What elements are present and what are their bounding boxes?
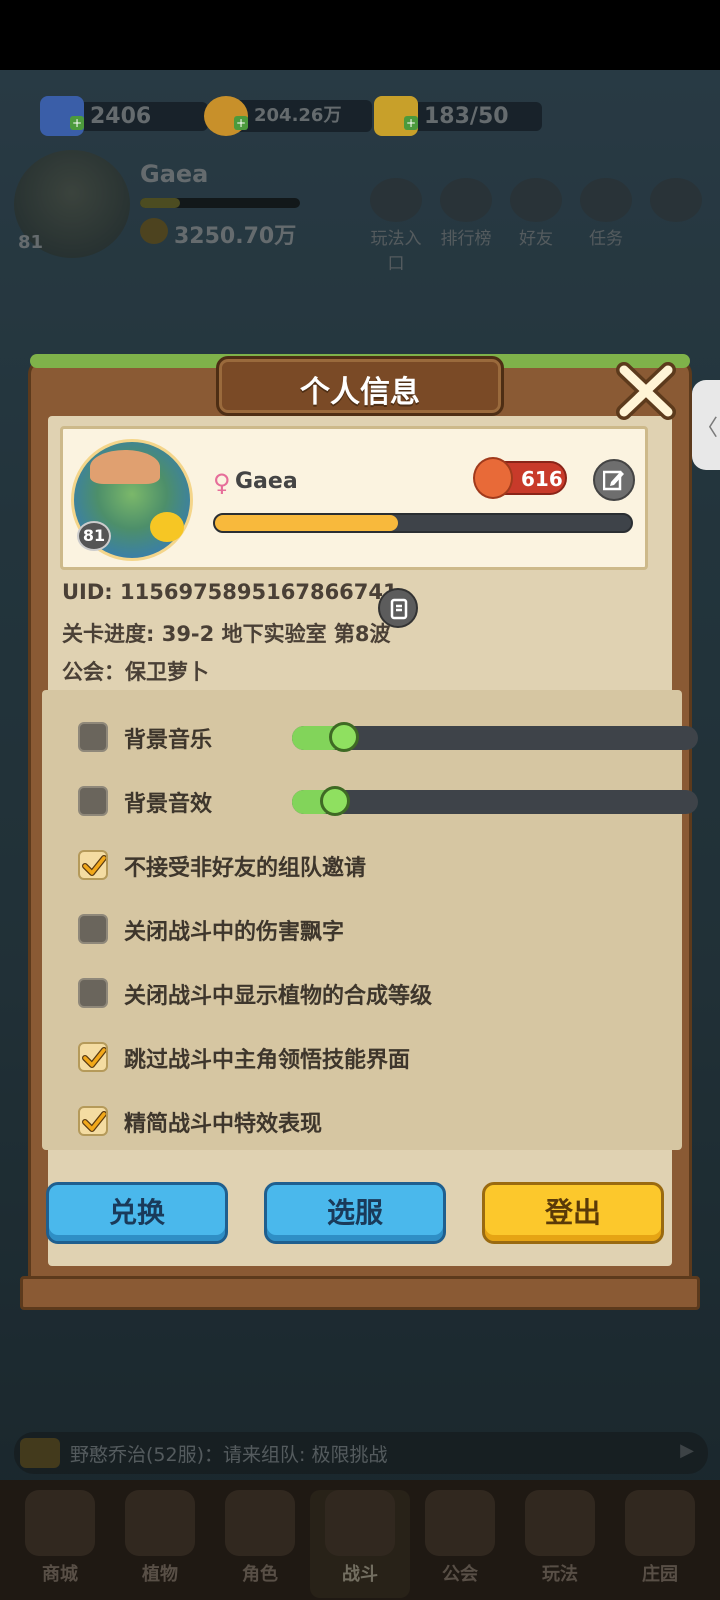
option-label: 关闭战斗中显示植物的合成等级 [124, 984, 433, 1009]
option-bg-sound: 背景音效 [78, 784, 698, 820]
music-volume-slider[interactable] [292, 722, 698, 752]
option-label: 不接受非好友的组队邀请 [124, 856, 367, 881]
slider-handle[interactable] [320, 786, 351, 816]
sound-volume-slider[interactable] [292, 786, 698, 816]
thumbs-up-icon [473, 457, 513, 499]
close-button[interactable] [614, 360, 678, 422]
option-label: 跳过战斗中主角领悟技能界面 [124, 1048, 411, 1073]
option-hide-merge-level[interactable]: 关闭战斗中显示植物的合成等级 [78, 976, 678, 1012]
checkbox[interactable] [78, 850, 108, 880]
option-label: 背景音效 [124, 792, 213, 817]
checkbox[interactable] [78, 722, 108, 752]
stage-progress-text: 关卡进度: 39-2 地下实验室 第8波 [62, 622, 391, 646]
checkmark-icon [82, 1047, 106, 1068]
level-badge: 81 [77, 521, 111, 551]
like-count: 616 [521, 467, 563, 491]
checkmark-icon [82, 855, 106, 876]
exchange-button[interactable]: 兑换 [46, 1182, 228, 1244]
option-reject-invites[interactable]: 不接受非好友的组队邀请 [78, 848, 678, 884]
checkbox[interactable] [78, 1042, 108, 1072]
option-label: 背景音乐 [124, 728, 213, 753]
checkbox[interactable] [78, 914, 108, 944]
dialog-title: 个人信息 [300, 375, 420, 410]
checkmark-icon [82, 1111, 106, 1132]
checkbox[interactable] [78, 786, 108, 816]
option-label: 关闭战斗中的伤害飘字 [124, 920, 345, 945]
checkbox[interactable] [78, 978, 108, 1008]
hat-decoration [90, 450, 160, 484]
profile-name: Gaea [235, 469, 298, 494]
close-icon [616, 362, 676, 420]
plus-icon: + [234, 116, 248, 130]
logout-button[interactable]: 登出 [482, 1182, 664, 1244]
title-plate: 个人信息 [216, 356, 504, 416]
option-skip-skill-screen[interactable]: 跳过战斗中主角领悟技能界面 [78, 1040, 678, 1076]
profile-dialog: 个人信息 81 ♀ Gaea 616 UID: 1156975895167866… [20, 346, 700, 1310]
plus-icon: + [70, 116, 84, 130]
select-server-button[interactable]: 选服 [264, 1182, 446, 1244]
exp-progress-bar [213, 513, 633, 533]
plus-icon: + [404, 116, 418, 130]
checkbox[interactable] [78, 1106, 108, 1136]
option-label: 精简战斗中特效表现 [124, 1112, 323, 1137]
female-icon: ♀ [213, 469, 231, 497]
edit-icon [603, 470, 624, 491]
status-bar [0, 0, 720, 70]
dialog-footer [20, 1276, 700, 1310]
uid-text: UID: 1156975895167866741 [62, 580, 398, 604]
copy-icon [390, 598, 408, 620]
like-badge[interactable]: 616 [473, 457, 567, 499]
option-bg-music: 背景音乐 [78, 720, 698, 756]
edit-profile-button[interactable] [593, 459, 635, 501]
duck-decoration [150, 512, 184, 542]
exp-progress-fill [215, 515, 399, 531]
profile-card: 81 ♀ Gaea 616 [60, 426, 648, 570]
slider-handle[interactable] [328, 722, 359, 752]
option-simplify-effects[interactable]: 精简战斗中特效表现 [78, 1104, 678, 1140]
guild-text: 公会：保卫萝卜 [62, 660, 209, 684]
option-hide-damage-text[interactable]: 关闭战斗中的伤害飘字 [78, 912, 678, 948]
